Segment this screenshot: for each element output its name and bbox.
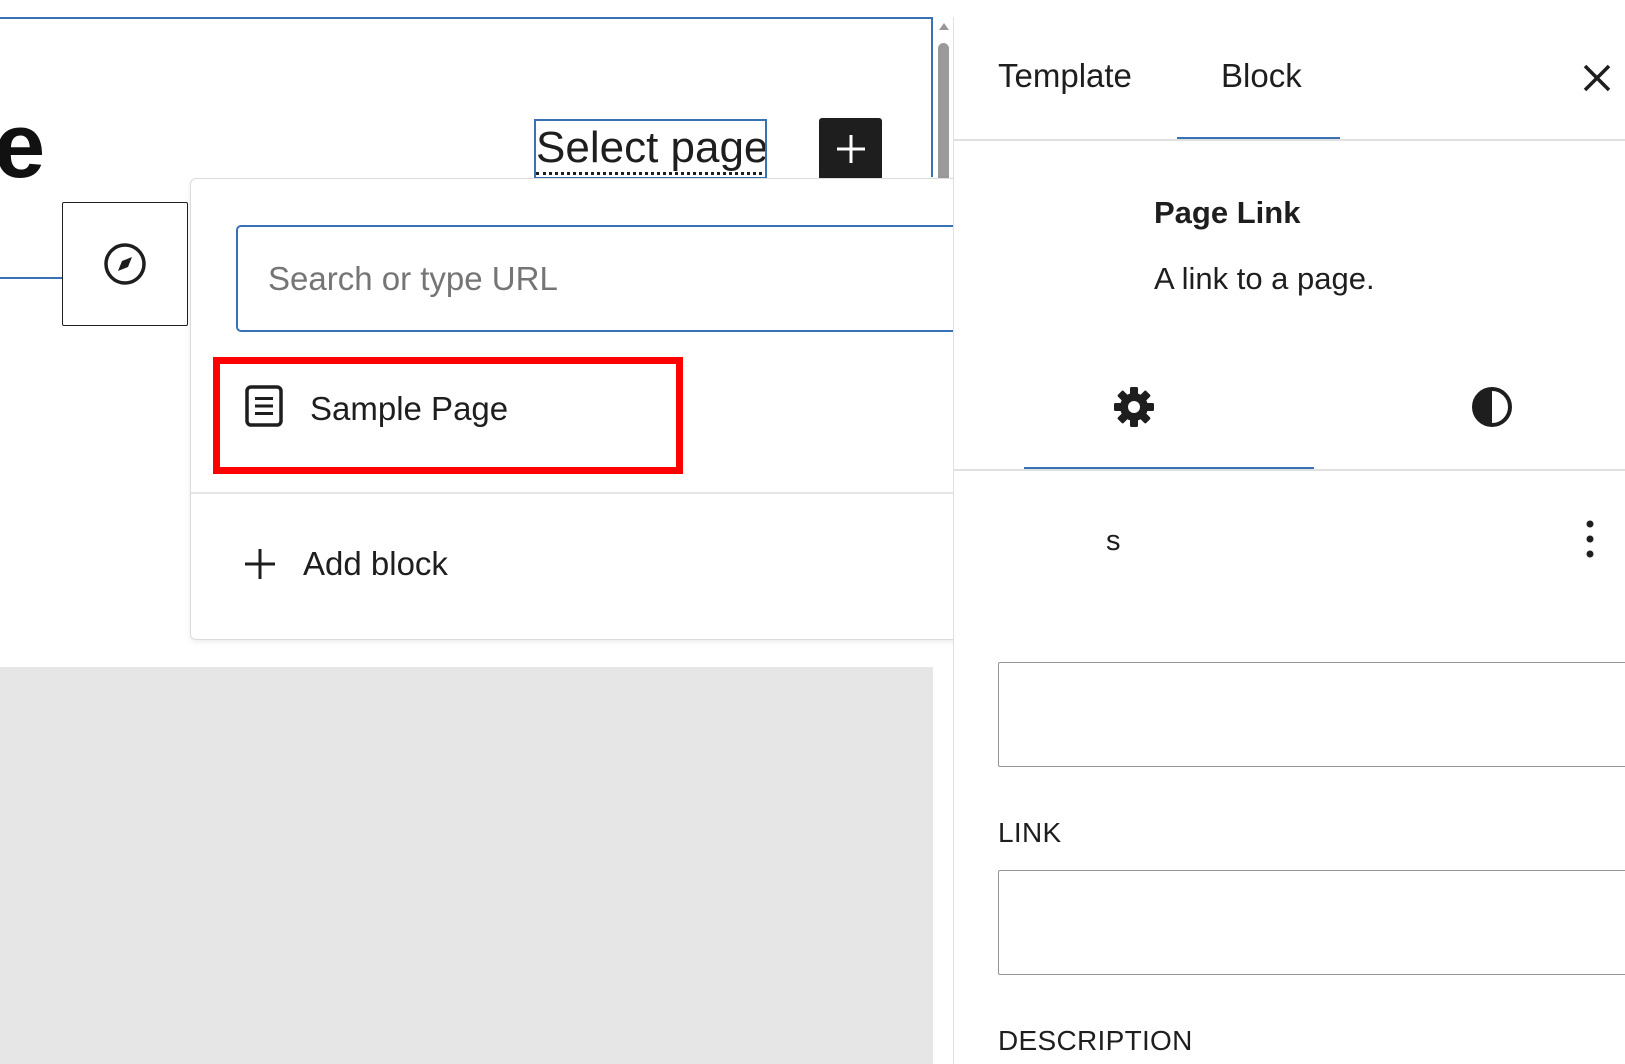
canvas-background-area	[0, 667, 933, 1064]
navigation-underline	[0, 277, 64, 279]
search-result-label: Sample Page	[310, 390, 509, 427]
add-block-appender-button[interactable]	[819, 118, 882, 180]
description-field-label: DESCRIPTION	[998, 1025, 1193, 1056]
tab-template[interactable]: Template	[998, 57, 1132, 95]
page-icon	[245, 385, 283, 427]
compass-icon	[104, 243, 146, 285]
select-page-text: Select page	[536, 123, 765, 175]
more-options-icon[interactable]	[1584, 519, 1596, 559]
settings-panel-title: s	[1106, 525, 1121, 557]
link-text-field[interactable]	[998, 870, 1625, 975]
add-block-button[interactable]: Add block	[243, 545, 448, 583]
add-block-label: Add block	[303, 545, 448, 582]
plus-icon	[836, 135, 865, 163]
close-icon[interactable]	[1582, 63, 1612, 93]
block-card-title: Page Link	[1154, 195, 1301, 230]
settings-sidebar: Template Block Page Link A link to a pag…	[953, 17, 1625, 1064]
select-page-link[interactable]: Select page	[534, 119, 767, 179]
tab-block[interactable]: Block	[1221, 57, 1302, 95]
selected-block-border-right	[931, 17, 933, 177]
scroll-up-arrow-icon[interactable]	[939, 23, 949, 30]
navigation-block-toolbar-button[interactable]	[62, 202, 188, 326]
search-result-sample-page[interactable]: Sample Page	[213, 357, 683, 474]
link-field-label: LINK	[998, 817, 1062, 848]
selected-block-border	[0, 17, 933, 19]
site-title-fragment: e	[0, 95, 46, 197]
block-card-description: A link to a page.	[1154, 261, 1375, 296]
gear-icon[interactable]	[1112, 385, 1156, 429]
subtabs-divider	[954, 469, 1625, 471]
plus-icon	[245, 549, 275, 579]
contrast-icon[interactable]	[1470, 385, 1514, 429]
tabs-divider	[954, 139, 1625, 141]
link-search-field[interactable]	[236, 225, 1069, 332]
search-input[interactable]	[268, 259, 968, 298]
label-text-field[interactable]	[998, 662, 1625, 767]
